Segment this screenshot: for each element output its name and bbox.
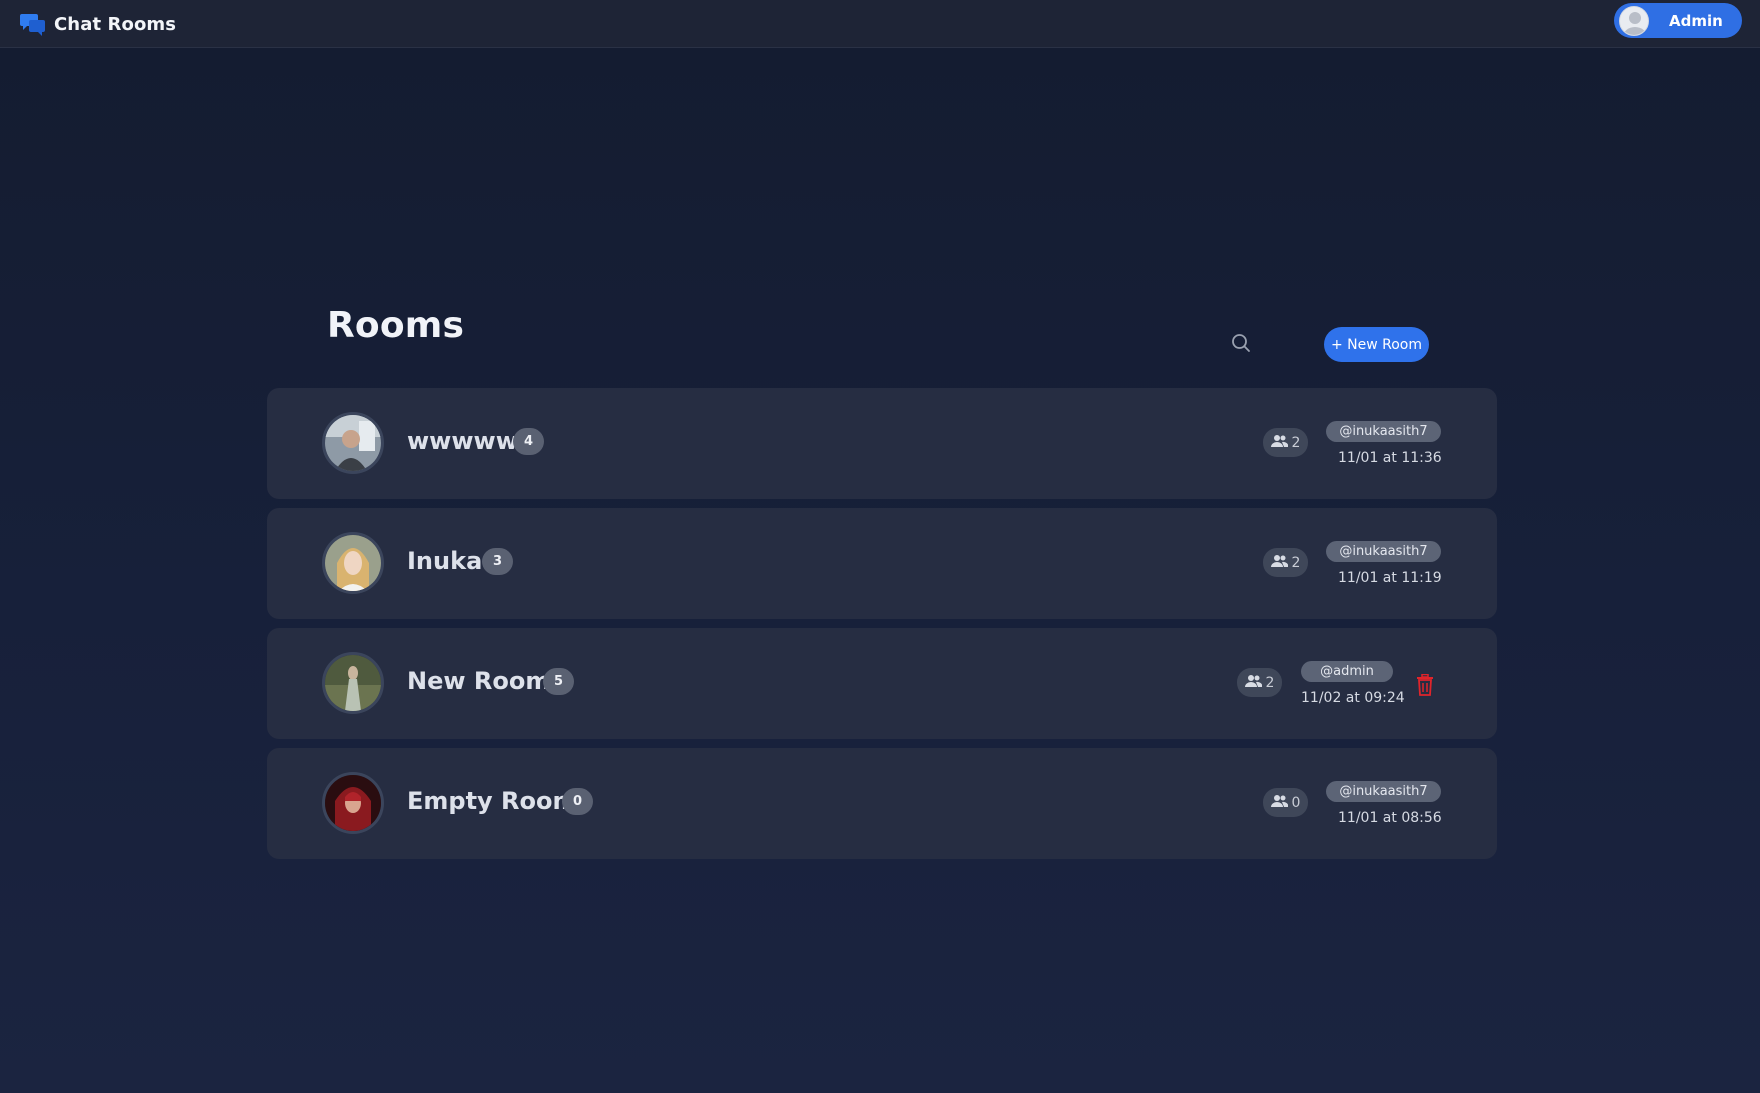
room-card[interactable]: Inuka 3 2 @inukaasith7 11/01 at 11:19 [267,508,1497,619]
page-title: Rooms [327,305,465,346]
room-name: Inuka [407,547,483,575]
room-avatar [322,772,384,834]
message-count-badge: 3 [482,548,513,575]
user-avatar-icon [1619,5,1649,36]
members-count: 2 [1263,548,1308,577]
room-timestamp: 11/01 at 08:56 [1338,810,1442,826]
members-count: 0 [1263,788,1308,817]
users-icon [1270,554,1288,571]
message-count-badge: 5 [543,668,574,695]
room-timestamp: 11/02 at 09:24 [1301,690,1405,706]
room-avatar [322,652,384,714]
owner-tag: @inukaasith7 [1326,781,1441,802]
members-count: 2 [1263,428,1308,457]
top-bar: Chat Rooms Admin [0,0,1760,48]
room-card[interactable]: Empty Room 0 0 @inukaasith7 11/01 at 08:… [267,748,1497,859]
members-value: 2 [1291,554,1301,571]
message-count-badge: 4 [513,428,544,455]
owner-tag: @inukaasith7 [1326,541,1441,562]
user-menu-button[interactable]: Admin [1614,3,1742,38]
members-value: 2 [1291,434,1301,451]
user-name: Admin [1669,11,1723,30]
members-value: 2 [1265,674,1275,691]
members-value: 0 [1291,794,1301,811]
members-count: 2 [1237,668,1282,697]
users-icon [1270,794,1288,811]
users-icon [1270,434,1288,451]
search-icon[interactable] [1230,332,1252,354]
users-icon [1244,674,1262,691]
room-timestamp: 11/01 at 11:36 [1338,450,1442,466]
room-card[interactable]: wwwww 4 2 @inukaasith7 11/01 at 11:36 [267,388,1497,499]
room-name: New Room [407,667,551,695]
owner-tag: @admin [1301,661,1393,682]
message-count-badge: 0 [562,788,593,815]
room-timestamp: 11/01 at 11:19 [1338,570,1442,586]
trash-icon[interactable] [1416,673,1434,696]
room-card[interactable]: New Room 5 2 @admin 11/02 at 09:24 [267,628,1497,739]
room-avatar [322,532,384,594]
app-title: Chat Rooms [54,13,177,35]
chat-bubbles-icon [20,11,46,37]
owner-tag: @inukaasith7 [1326,421,1441,442]
room-name: Empty Room [407,787,578,815]
room-name: wwwww [407,427,518,455]
new-room-button[interactable]: + New Room [1324,327,1429,362]
brand[interactable]: Chat Rooms [20,10,176,38]
room-avatar [322,412,384,474]
